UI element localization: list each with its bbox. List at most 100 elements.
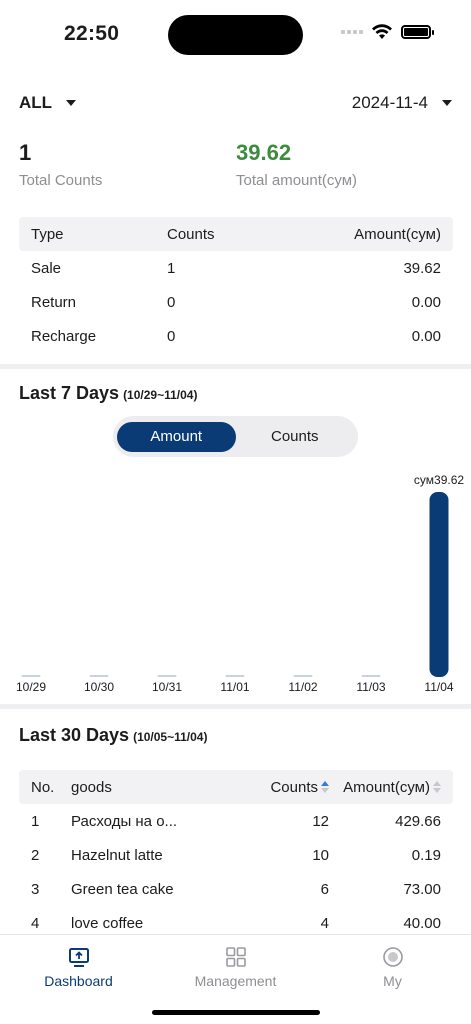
sort-icon <box>433 781 441 793</box>
table-row: Return 0 0.00 <box>19 285 453 319</box>
chart-bar-11/03[interactable] <box>361 675 381 677</box>
tab-dashboard[interactable]: Dashboard <box>0 945 157 989</box>
dashboard-icon <box>68 948 89 967</box>
chart-bar-10/31[interactable] <box>157 675 177 677</box>
caret-down-icon <box>66 100 77 106</box>
row-type: Return <box>31 293 77 311</box>
row-no: 2 <box>31 846 40 864</box>
table-row: 3 Green tea cake 6 73.00 <box>19 872 453 906</box>
x-tick-label: 11/03 <box>356 680 385 694</box>
tab-bar: Dashboard Management My <box>0 934 471 1024</box>
header-no: No. <box>31 778 55 796</box>
sort-counts-button[interactable]: Counts <box>231 779 329 796</box>
chart-bar-11/02[interactable] <box>293 675 313 677</box>
total-amount-label: Total amount(сум) <box>236 172 358 189</box>
grid-icon <box>225 947 246 967</box>
tab-label: Dashboard <box>44 973 113 989</box>
row-amount: 73.00 <box>403 880 441 898</box>
summary-header: Type Counts Amount(сум) <box>19 217 453 251</box>
last7-title-text: Last 7 Days <box>19 383 120 403</box>
row-amount: 39.62 <box>403 259 441 277</box>
status-bar: 22:50 <box>0 0 471 70</box>
row-no: 3 <box>31 880 40 898</box>
last7-bar-chart: 10/29 10/30 10/31 11/01 11/02 11/03 11/04 сум39… <box>16 473 464 694</box>
table-row: 2 Hazelnut latte 10 0.19 <box>19 838 453 872</box>
x-tick-label: 10/31 <box>152 680 182 694</box>
row-goods: Расходы на о... <box>71 812 178 830</box>
row-amount: 429.66 <box>395 812 441 830</box>
scope-label: ALL <box>19 93 53 112</box>
x-tick-label: 10/30 <box>84 680 114 694</box>
goods-header: No. goods Counts Amount(сум) <box>19 770 453 804</box>
last30-title: Last 30 Days (10/05~11/04) <box>19 725 207 746</box>
toggle-amount-button[interactable]: Amount <box>117 421 236 452</box>
status-time: 22:50 <box>64 22 120 45</box>
summary-table: Type Counts Amount(сум) Sale 1 39.62 Ret… <box>19 217 453 353</box>
section-divider <box>0 704 471 709</box>
status-icons <box>341 24 434 40</box>
row-counts: 10 <box>312 846 329 864</box>
caret-down-icon <box>442 100 452 106</box>
dynamic-island <box>168 15 303 55</box>
tab-management[interactable]: Management <box>157 945 314 989</box>
row-counts: 1 <box>167 259 176 277</box>
last7-range: (10/29~11/04) <box>123 388 198 402</box>
x-tick-label: 11/02 <box>288 680 317 694</box>
tab-my[interactable]: My <box>314 945 471 989</box>
data-label: сум39.62 <box>414 473 464 487</box>
row-amount: 40.00 <box>403 914 441 932</box>
row-counts: 0 <box>167 293 176 311</box>
chart-bar-10/29[interactable] <box>21 675 41 677</box>
chart-bar-11/04[interactable] <box>429 492 449 677</box>
last30-range: (10/05~11/04) <box>133 730 208 744</box>
home-indicator <box>152 1010 320 1015</box>
chart-bar-11/01[interactable] <box>225 675 245 677</box>
row-amount: 0.00 <box>411 293 441 311</box>
row-goods: Hazelnut latte <box>71 846 163 864</box>
header-counts: Counts <box>167 225 215 243</box>
header-type: Type <box>31 225 64 243</box>
total-counts-label: Total Counts <box>19 172 103 189</box>
row-counts: 0 <box>167 327 176 345</box>
table-row: Sale 1 39.62 <box>19 251 453 285</box>
table-row: 1 Расходы на о... 12 429.66 <box>19 804 453 838</box>
x-tick-label: 10/29 <box>16 680 46 694</box>
row-goods: love coffee <box>71 914 144 932</box>
metric-toggle: Amount Counts <box>113 416 358 457</box>
scope-dropdown[interactable]: ALL <box>19 93 77 113</box>
row-type: Sale <box>31 259 62 277</box>
last30-title-text: Last 30 Days <box>19 725 130 745</box>
header-goods: goods <box>71 778 112 796</box>
row-type: Recharge <box>31 327 97 345</box>
date-dropdown[interactable]: 2024-11-4 <box>352 93 452 113</box>
header-amount: Amount(сум) <box>343 778 430 796</box>
user-icon <box>382 947 403 967</box>
tab-label: Management <box>194 973 277 989</box>
sort-amount-button[interactable]: Amount(сум) <box>329 779 453 796</box>
table-row: Recharge 0 0.00 <box>19 319 453 353</box>
row-amount: 0.19 <box>411 846 441 864</box>
date-label: 2024-11-4 <box>351 93 428 112</box>
goods-table: No. goods Counts Amount(сум) 1 Расходы н… <box>19 770 453 940</box>
battery-icon <box>401 25 434 39</box>
row-goods: Green tea cake <box>71 880 174 898</box>
header-counts: Counts <box>270 778 318 796</box>
totals: 1 Total Counts 39.62 Total amount(сум) <box>19 140 459 196</box>
sort-icon <box>321 781 329 793</box>
section-divider <box>0 364 471 369</box>
row-no: 4 <box>31 914 40 932</box>
last7-title: Last 7 Days (10/29~11/04) <box>19 383 197 404</box>
total-amount-value: 39.62 <box>236 140 292 165</box>
row-counts: 12 <box>312 812 329 830</box>
row-counts: 4 <box>320 914 329 932</box>
total-counts: 1 Total Counts <box>19 140 102 189</box>
chart-bar-10/30[interactable] <box>89 675 109 677</box>
signal-icon <box>341 30 363 34</box>
row-no: 1 <box>31 812 40 830</box>
tab-label: My <box>383 973 402 989</box>
row-counts: 6 <box>320 880 329 898</box>
toggle-counts-button[interactable]: Counts <box>236 422 355 452</box>
row-amount: 0.00 <box>411 327 441 345</box>
header-amount: Amount(сум) <box>354 225 441 243</box>
total-counts-value: 1 <box>19 140 32 165</box>
